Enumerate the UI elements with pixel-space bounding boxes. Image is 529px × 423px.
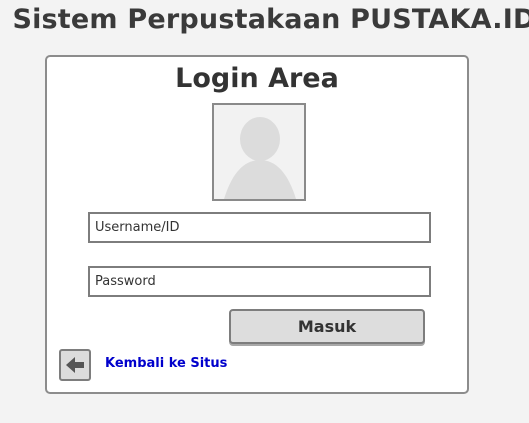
- avatar: [212, 103, 306, 201]
- back-button[interactable]: [59, 349, 91, 381]
- login-button[interactable]: Masuk: [229, 309, 425, 344]
- login-title: Login Area: [175, 63, 339, 94]
- username-input[interactable]: [88, 212, 431, 243]
- back-to-site-link[interactable]: Kembali ke Situs: [105, 356, 227, 371]
- app-title: Sistem Perpustakaan PUSTAKA.ID: [12, 4, 529, 35]
- login-panel: Login Area Masuk Kembali ke Situs: [45, 55, 469, 394]
- user-placeholder-icon: [214, 105, 304, 199]
- arrow-left-icon: [66, 357, 84, 373]
- password-input[interactable]: [88, 266, 431, 297]
